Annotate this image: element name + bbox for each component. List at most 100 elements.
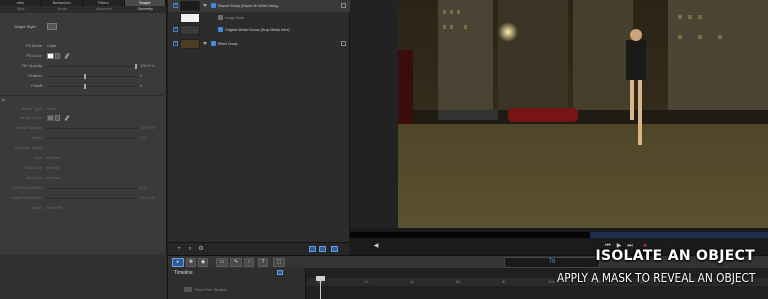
layer-name: Image Mask: [225, 16, 245, 20]
view-toggle-icon[interactable]: [331, 246, 338, 252]
fill-mode-row: Fill Mode: Color: [0, 42, 167, 50]
falloff-row: Falloff: 0: [0, 82, 167, 90]
falloff-value[interactable]: 0: [140, 82, 142, 90]
shape-subtabs: Style Stroke Advanced Geometry: [0, 6, 166, 13]
fill-mode-value[interactable]: Color: [47, 42, 57, 50]
brush-type-row: Brush Type: Solid: [0, 105, 167, 113]
feather-slider[interactable]: [47, 73, 137, 79]
first-point-offset-row: First Point Offset: 0 %: [0, 184, 167, 192]
last-point-offset-value[interactable]: 100.0 %: [140, 194, 155, 202]
settings-icon[interactable]: ⚙: [198, 246, 204, 252]
width-value[interactable]: 2.0: [140, 134, 146, 142]
timeline-header: Timeline Pixel Film Studios: [168, 268, 306, 299]
last-point-offset-label: Last Point Offset:: [12, 195, 43, 200]
zoom-tool-icon[interactable]: ◉: [198, 258, 208, 267]
stroke-section-header[interactable]: e %: [0, 95, 167, 103]
group-icon: [211, 41, 216, 46]
mask-tool-icon[interactable]: ⬚: [273, 258, 285, 267]
fill-color-row: Fill Color:: [0, 52, 167, 60]
layer-visibility-checkbox[interactable]: ✓: [173, 41, 178, 46]
width-slider[interactable]: [47, 137, 137, 139]
subtab-advanced[interactable]: Advanced: [83, 6, 125, 13]
mini-timeline-range[interactable]: [590, 232, 768, 238]
subtab-geometry[interactable]: Geometry: [125, 6, 167, 13]
brush-tool-icon[interactable]: ∕: [244, 258, 254, 267]
start-cap-row: Start Cap: Round: [0, 164, 167, 172]
layer-visibility-checkbox[interactable]: ✓: [173, 3, 178, 8]
layers-panel: ✓ Source Group (Chuck On When Using... I…: [168, 0, 350, 255]
brush-color-picker[interactable]: [55, 115, 60, 121]
last-point-offset-slider[interactable]: [47, 197, 137, 199]
layer-thumbnail: [180, 25, 200, 35]
shape-style-row: Shape Style:: [0, 22, 167, 31]
group-icon: [211, 3, 216, 8]
inspector-footer: [0, 255, 168, 299]
view-toggle-icon[interactable]: [309, 246, 316, 252]
start-cap-label: Start Cap:: [24, 165, 43, 170]
first-point-offset-value[interactable]: 0 %: [140, 184, 147, 192]
subtab-style[interactable]: Style: [0, 6, 42, 13]
falloff-slider[interactable]: [47, 83, 137, 89]
start-cap-value[interactable]: Round: [47, 164, 59, 172]
fill-opacity-value[interactable]: 100.0 %: [140, 62, 155, 70]
joint-label: Joint:: [33, 155, 43, 160]
track-name: Pixel Film Studios: [195, 287, 227, 292]
pen-tool-icon[interactable]: ✎: [230, 258, 242, 267]
disclosure-triangle-icon[interactable]: [203, 42, 207, 45]
brush-type-label: Brush Type:: [21, 106, 43, 111]
layer-row[interactable]: Image Mask: [168, 12, 350, 24]
layer-name: Source Group (Chuck On When Using...: [218, 4, 281, 8]
brush-opacity-row: Brush Opacity: 100.0 %: [0, 124, 167, 132]
fill-opacity-slider[interactable]: [47, 63, 137, 69]
play-range-icon[interactable]: ◀: [373, 243, 379, 249]
feather-value[interactable]: 0: [140, 72, 142, 80]
brush-type-value[interactable]: Solid: [47, 105, 56, 113]
chevron-icon[interactable]: %: [2, 96, 155, 104]
timeline-title: Timeline: [174, 270, 193, 276]
search-icon[interactable]: ⌕: [187, 246, 193, 252]
video-viewer[interactable]: [398, 0, 768, 228]
media-icon: [218, 27, 223, 32]
timecode-display[interactable]: 70: [504, 257, 600, 268]
layer-row[interactable]: ✓ Original Media Source (Drop Media Here…: [168, 24, 350, 36]
add-layer-icon[interactable]: +: [176, 246, 182, 252]
slider-thumb[interactable]: [135, 63, 137, 69]
feather-label: Feather:: [28, 73, 43, 78]
first-point-offset-slider[interactable]: [47, 187, 137, 189]
slider-thumb[interactable]: [84, 73, 86, 79]
disclosure-triangle-icon[interactable]: [203, 4, 207, 7]
pan-tool-icon[interactable]: ✥: [186, 258, 196, 267]
brush-opacity-value[interactable]: 100.0 %: [140, 124, 155, 132]
fill-mode-label: Fill Mode:: [25, 43, 43, 48]
layer-name: Original Media Source (Drop Media Here): [225, 28, 290, 32]
slider-thumb[interactable]: [84, 83, 86, 89]
layer-name: Effect Group: [218, 42, 238, 46]
fill-color-swatch[interactable]: [47, 53, 54, 59]
layer-thumbnail: [180, 1, 200, 11]
timeline-track[interactable]: Pixel Film Studios: [184, 285, 304, 294]
order-value[interactable]: Over Fill: [47, 204, 62, 212]
end-cap-label: End Cap:: [26, 175, 43, 180]
layer-visibility-checkbox[interactable]: ✓: [173, 27, 178, 32]
joint-value[interactable]: Round: [47, 154, 59, 162]
timecode-value: 70: [548, 259, 556, 265]
end-cap-value[interactable]: Round: [47, 174, 59, 182]
rectangle-tool-icon[interactable]: ▭: [216, 258, 228, 267]
brush-opacity-slider[interactable]: [47, 127, 137, 129]
layer-row[interactable]: ✓ Source Group (Chuck On When Using...: [168, 0, 350, 12]
playhead[interactable]: [320, 276, 321, 299]
brush-color-swatch[interactable]: [47, 115, 54, 121]
view-toggle-icon[interactable]: [319, 246, 326, 252]
layer-lock-icon[interactable]: [341, 3, 346, 8]
eyedropper-icon[interactable]: [64, 114, 70, 122]
eyedropper-icon[interactable]: [64, 52, 70, 60]
layers-footer: + ⌕ ⚙: [168, 242, 350, 255]
layer-row[interactable]: ✓ Effect Group: [168, 38, 350, 50]
fill-color-picker[interactable]: [55, 53, 60, 59]
layer-lock-icon[interactable]: [341, 41, 346, 46]
subtab-stroke[interactable]: Stroke: [42, 6, 84, 13]
shape-style-dropdown[interactable]: [47, 23, 57, 30]
timeline-view-icon[interactable]: [277, 270, 283, 275]
text-tool-icon[interactable]: T: [258, 258, 268, 267]
select-tool-icon[interactable]: ▸: [172, 258, 184, 267]
